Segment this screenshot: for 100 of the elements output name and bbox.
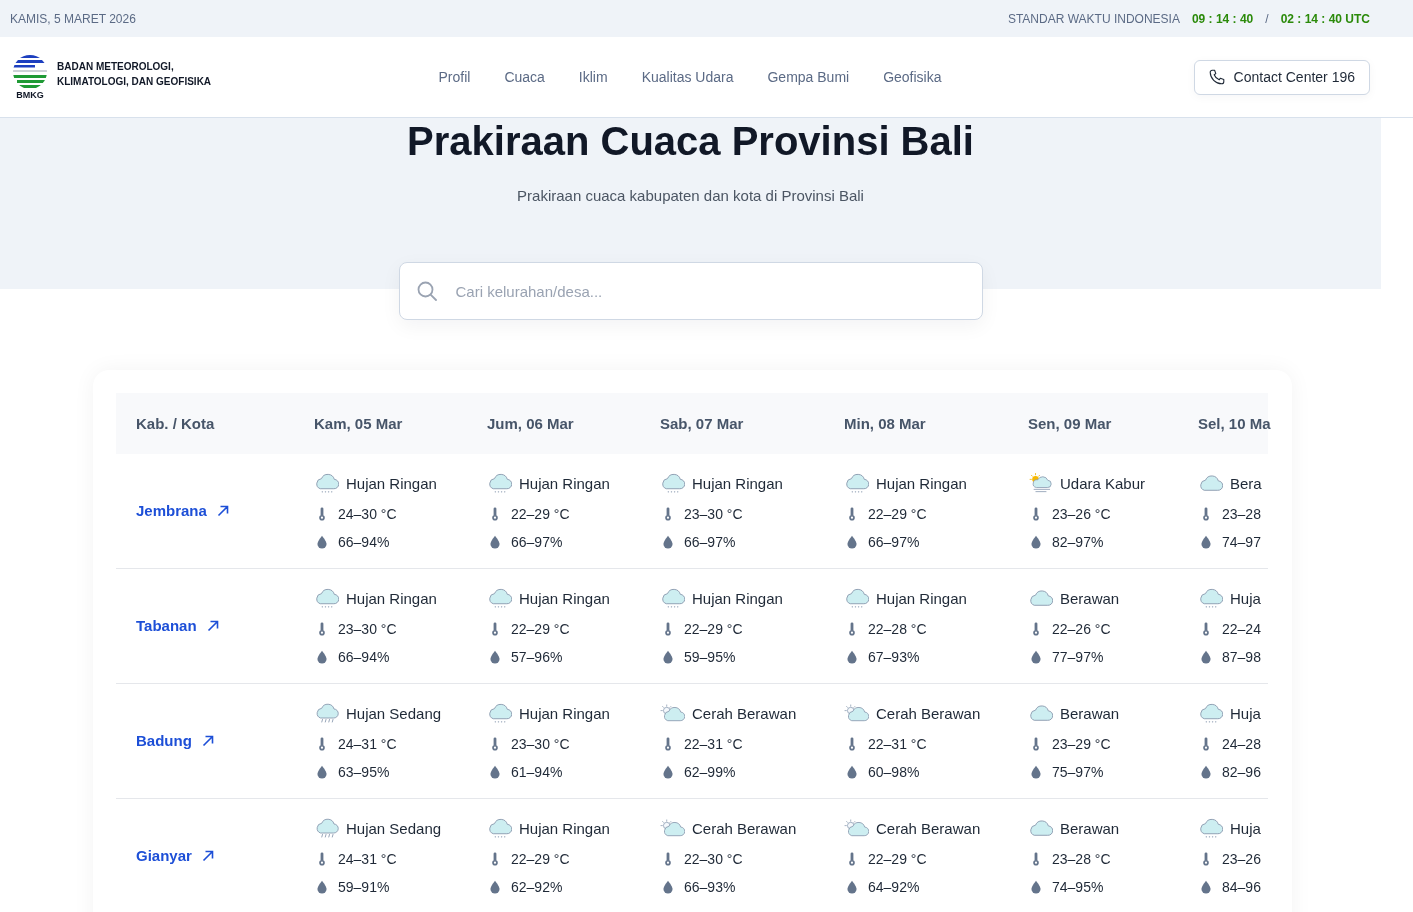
column-header: Kam, 05 Mar — [314, 415, 403, 432]
thermometer-icon — [1031, 737, 1041, 751]
organization-name: BADAN METEOROLOGI, KLIMATOLOGI, DAN GEOFISIKA — [57, 60, 213, 89]
weather-condition: Hujan Ringan — [692, 474, 783, 492]
humidity-range: 59–91% — [338, 879, 390, 895]
rain-cloud-icon — [844, 588, 869, 608]
thermometer-icon — [490, 622, 500, 636]
phone-icon — [1208, 69, 1225, 85]
sun-cloud-icon — [844, 703, 869, 723]
rain-cloud-icon — [314, 588, 339, 608]
temperature-range: 23–26 — [1222, 851, 1261, 867]
temperature-range: 23–28 — [1222, 506, 1261, 522]
region-link[interactable]: Gianyar — [136, 847, 214, 864]
weather-condition: Cerah Berawan — [692, 819, 797, 837]
weather-condition: Hujan Ringan — [519, 589, 610, 607]
weather-condition: Berawan — [1060, 589, 1120, 607]
nav-link[interactable]: Gempa Bumi — [767, 69, 850, 85]
weather-condition: Bera — [1230, 474, 1262, 492]
humidity-range: 66–97% — [868, 534, 920, 550]
temperature-range: 22–30 °C — [684, 851, 743, 867]
region-link[interactable]: Tabanan — [136, 617, 219, 634]
weather-condition: Huja — [1230, 589, 1261, 607]
humidity-range: 77–97% — [1052, 649, 1104, 665]
temperature-range: 22–24 — [1222, 621, 1261, 637]
cloud-icon — [1028, 818, 1053, 838]
drop-icon — [317, 880, 327, 894]
time-zone-label: STANDAR WAKTU INDONESIA — [1007, 11, 1180, 26]
thermometer-icon — [663, 507, 673, 521]
drop-icon — [847, 880, 857, 894]
humidity-range: 75–97% — [1052, 764, 1104, 780]
logo-icon — [11, 54, 49, 89]
humidity-range: 82–96 — [1222, 764, 1261, 780]
column-header: Sel, 10 Ma — [1198, 415, 1271, 432]
column-header: Min, 08 Mar — [844, 415, 926, 432]
temperature-range: 22–31 °C — [868, 736, 927, 752]
humidity-range: 74–95% — [1052, 879, 1104, 895]
drop-icon — [1201, 765, 1211, 779]
column-header: Sab, 07 Mar — [660, 415, 744, 432]
humidity-range: 66–94% — [338, 534, 390, 550]
weather-condition: Huja — [1230, 819, 1261, 837]
humidity-range: 87–98 — [1222, 649, 1261, 665]
humidity-range: 66–94% — [338, 649, 390, 665]
temperature-range: 23–30 °C — [684, 506, 743, 522]
time-separator: / — [1265, 11, 1269, 26]
sun-cloud-icon — [660, 818, 685, 838]
weather-condition: Cerah Berawan — [692, 704, 797, 722]
humidity-range: 66–97% — [684, 534, 736, 550]
thermometer-icon — [1201, 852, 1211, 866]
drop-icon — [1201, 535, 1211, 549]
current-date: KAMIS, 5 MARET 2026 — [10, 11, 136, 26]
local-time: 09 : 14 : 40 — [1191, 11, 1254, 26]
sun-cloud-icon — [844, 818, 869, 838]
temperature-range: 22–26 °C — [1052, 621, 1111, 637]
humidity-range: 61–94% — [511, 764, 563, 780]
weather-condition: Hujan Ringan — [519, 474, 610, 492]
drop-icon — [663, 650, 673, 664]
thermometer-icon — [663, 622, 673, 636]
cloud-icon — [1028, 703, 1053, 723]
humidity-range: 64–92% — [868, 879, 920, 895]
external-arrow-icon — [216, 504, 229, 517]
weather-condition: Hujan Ringan — [519, 704, 610, 722]
temperature-range: 22–31 °C — [684, 736, 743, 752]
drop-icon — [490, 650, 500, 664]
temperature-range: 22–29 °C — [868, 506, 927, 522]
nav-link[interactable]: Iklim — [578, 69, 608, 85]
temperature-range: 24–28 — [1222, 736, 1261, 752]
thermometer-icon — [847, 507, 857, 521]
thermometer-icon — [490, 507, 500, 521]
weather-condition: Cerah Berawan — [876, 819, 981, 837]
nav-link[interactable]: Geofisika — [883, 69, 942, 85]
drop-icon — [1031, 650, 1041, 664]
contact-button[interactable]: Contact Center 196 — [1193, 59, 1370, 95]
temperature-range: 22–29 °C — [868, 851, 927, 867]
weather-condition: Hujan Sedang — [346, 819, 442, 837]
search-field[interactable]: Cari kelurahan/desa... — [398, 262, 983, 320]
humidity-range: 67–93% — [868, 649, 920, 665]
drop-icon — [847, 765, 857, 779]
thermometer-icon — [1201, 507, 1211, 521]
nav-link[interactable]: Kualitas Udara — [641, 69, 734, 85]
nav-link[interactable]: Profil — [438, 69, 471, 85]
rain-cloud-icon — [314, 818, 339, 838]
region-link[interactable]: Badung — [136, 732, 214, 749]
thermometer-icon — [317, 507, 327, 521]
nav-link[interactable]: Cuaca — [504, 69, 545, 85]
thermometer-icon — [1031, 507, 1041, 521]
rain-cloud-icon — [660, 588, 685, 608]
drop-icon — [847, 535, 857, 549]
drop-icon — [1201, 880, 1211, 894]
cloud-icon — [1198, 473, 1223, 493]
temperature-range: 23–26 °C — [1052, 506, 1111, 522]
temperature-range: 22–29 °C — [511, 621, 570, 637]
thermometer-icon — [490, 852, 500, 866]
region-link[interactable]: Jembrana — [136, 502, 229, 519]
weather-condition: Udara Kabur — [1060, 474, 1146, 492]
rain-cloud-icon — [487, 473, 512, 493]
drop-icon — [317, 650, 327, 664]
external-arrow-icon — [201, 849, 214, 862]
thermometer-icon — [317, 852, 327, 866]
search-icon — [416, 281, 437, 301]
temperature-range: 24–31 °C — [338, 851, 397, 867]
